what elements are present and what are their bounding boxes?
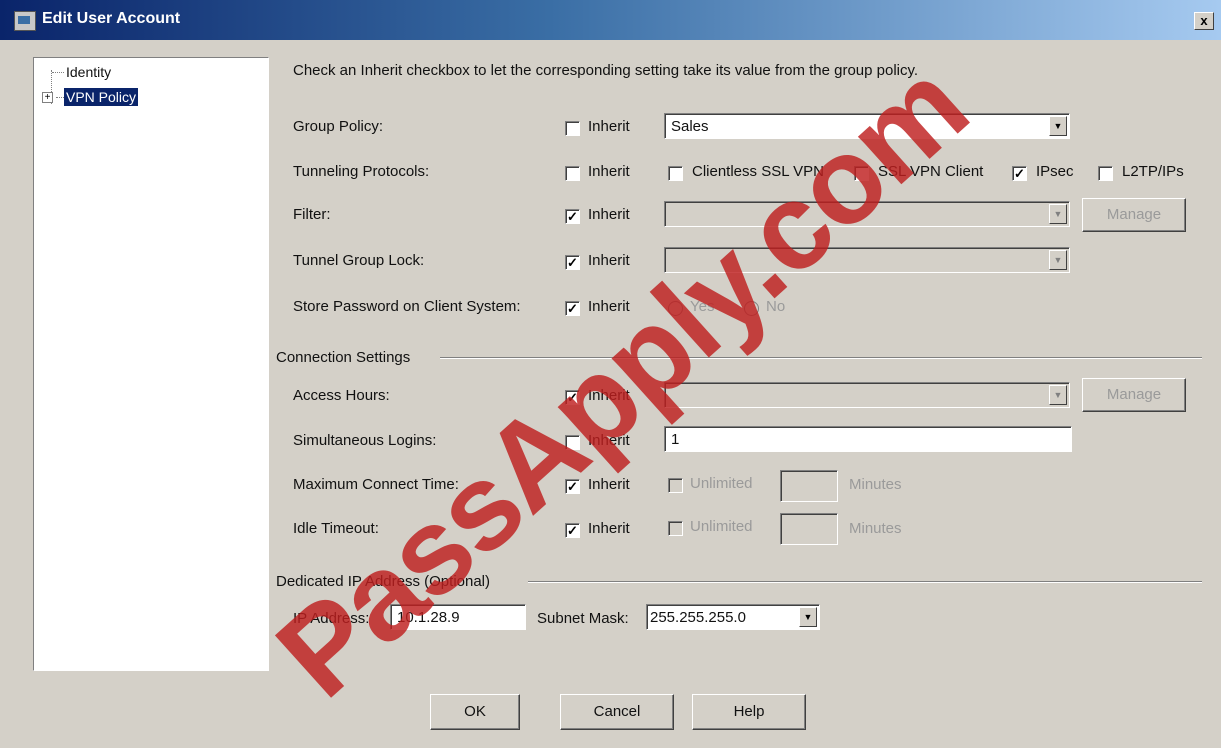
section-divider — [528, 581, 1202, 583]
max-connect-unlimited-label: Unlimited — [690, 475, 753, 492]
l2tp-ipsec-label: L2TP/IPs — [1122, 163, 1184, 180]
chevron-down-icon[interactable]: ▼ — [1049, 250, 1067, 270]
ipsec-checkbox[interactable]: ✓ — [1012, 166, 1027, 181]
inherit-label: Inherit — [588, 476, 630, 493]
inherit-label: Inherit — [588, 252, 630, 269]
tunnel-group-lock-label: Tunnel Group Lock: — [293, 252, 425, 269]
ip-address-input[interactable]: 10.1.28.9 — [390, 604, 526, 630]
ssl-vpn-client-checkbox[interactable] — [854, 166, 869, 181]
idle-timeout-unlimited-label: Unlimited — [690, 518, 753, 535]
l2tp-ipsec-checkbox[interactable] — [1098, 166, 1113, 181]
access-hours-inherit-checkbox[interactable]: ✓ — [565, 390, 580, 405]
chevron-down-icon[interactable]: ▼ — [1049, 116, 1067, 136]
inherit-label: Inherit — [588, 520, 630, 537]
ip-address-label: IP Address: — [293, 610, 370, 627]
max-connect-minutes-label: Minutes — [849, 476, 902, 493]
simultaneous-logins-input[interactable]: 1 — [664, 426, 1072, 452]
chevron-down-icon[interactable]: ▼ — [1049, 204, 1067, 224]
max-connect-time-label: Maximum Connect Time: — [293, 476, 459, 493]
tunnel-group-lock-combo[interactable]: ▼ — [664, 247, 1070, 273]
max-connect-time-inherit-checkbox[interactable]: ✓ — [565, 479, 580, 494]
filter-label: Filter: — [293, 206, 331, 223]
tree-expand-icon[interactable]: + — [42, 92, 53, 103]
ssl-vpn-client-label: SSL VPN Client — [878, 163, 984, 180]
store-password-yes-radio[interactable] — [668, 301, 683, 316]
store-password-yes-label: Yes — [690, 298, 715, 315]
inherit-label: Inherit — [588, 163, 630, 180]
tree-item-vpn-policy[interactable]: VPN Policy — [64, 88, 139, 106]
navigation-tree — [33, 57, 269, 671]
simultaneous-logins-label: Simultaneous Logins: — [293, 432, 437, 449]
dedicated-ip-title: Dedicated IP Address (Optional) — [276, 573, 491, 590]
title-bar — [0, 0, 1221, 40]
tunneling-inherit-checkbox[interactable] — [565, 166, 580, 181]
clientless-ssl-vpn-label: Clientless SSL VPN — [692, 163, 824, 180]
group-policy-value: Sales — [671, 118, 709, 135]
window-icon — [14, 11, 36, 31]
idle-timeout-label: Idle Timeout: — [293, 520, 379, 537]
idle-timeout-minutes-label: Minutes — [849, 520, 902, 537]
connection-settings-title: Connection Settings — [276, 349, 411, 366]
subnet-mask-combo[interactable]: 255.255.255.0 ▼ — [646, 604, 820, 630]
store-password-no-label: No — [766, 298, 786, 315]
group-policy-label: Group Policy: — [293, 118, 384, 135]
instruction-text: Check an Inherit checkbox to let the cor… — [293, 62, 919, 79]
cancel-button[interactable]: Cancel — [560, 694, 674, 730]
idle-timeout-unlimited-checkbox[interactable] — [668, 521, 683, 536]
close-button[interactable]: x — [1194, 12, 1214, 30]
tunneling-protocols-label: Tunneling Protocols: — [293, 163, 430, 180]
subnet-mask-value: 255.255.255.0 — [650, 609, 746, 626]
inherit-label: Inherit — [588, 206, 630, 223]
inherit-label: Inherit — [588, 387, 630, 404]
inherit-label: Inherit — [588, 118, 630, 135]
chevron-down-icon[interactable]: ▼ — [1049, 385, 1067, 405]
tree-item-identity[interactable]: Identity — [66, 64, 111, 80]
chevron-down-icon[interactable]: ▼ — [799, 607, 817, 627]
filter-combo[interactable]: ▼ — [664, 201, 1070, 227]
filter-manage-button[interactable]: Manage — [1082, 198, 1186, 232]
store-password-label: Store Password on Client System: — [293, 298, 521, 315]
ok-button[interactable]: OK — [430, 694, 520, 730]
idle-timeout-minutes-input[interactable] — [780, 513, 838, 545]
subnet-mask-label: Subnet Mask: — [537, 610, 629, 627]
access-hours-combo[interactable]: ▼ — [664, 382, 1070, 408]
help-button[interactable]: Help — [692, 694, 806, 730]
simultaneous-logins-inherit-checkbox[interactable] — [565, 435, 580, 450]
max-connect-minutes-input[interactable] — [780, 470, 838, 502]
tree-connector — [52, 72, 64, 73]
store-password-no-radio[interactable] — [744, 301, 759, 316]
clientless-ssl-vpn-checkbox[interactable] — [668, 166, 683, 181]
tunnel-group-lock-inherit-checkbox[interactable]: ✓ — [565, 255, 580, 270]
access-hours-label: Access Hours: — [293, 387, 390, 404]
window-title: Edit User Account — [42, 10, 181, 27]
filter-inherit-checkbox[interactable]: ✓ — [565, 209, 580, 224]
group-policy-combo[interactable]: Sales ▼ — [664, 113, 1070, 139]
group-policy-inherit-checkbox[interactable] — [565, 121, 580, 136]
inherit-label: Inherit — [588, 298, 630, 315]
tree-connector — [56, 97, 64, 98]
max-connect-unlimited-checkbox[interactable] — [668, 478, 683, 493]
inherit-label: Inherit — [588, 432, 630, 449]
ipsec-label: IPsec — [1036, 163, 1074, 180]
section-divider — [440, 357, 1202, 359]
access-hours-manage-button[interactable]: Manage — [1082, 378, 1186, 412]
idle-timeout-inherit-checkbox[interactable]: ✓ — [565, 523, 580, 538]
store-password-inherit-checkbox[interactable]: ✓ — [565, 301, 580, 316]
